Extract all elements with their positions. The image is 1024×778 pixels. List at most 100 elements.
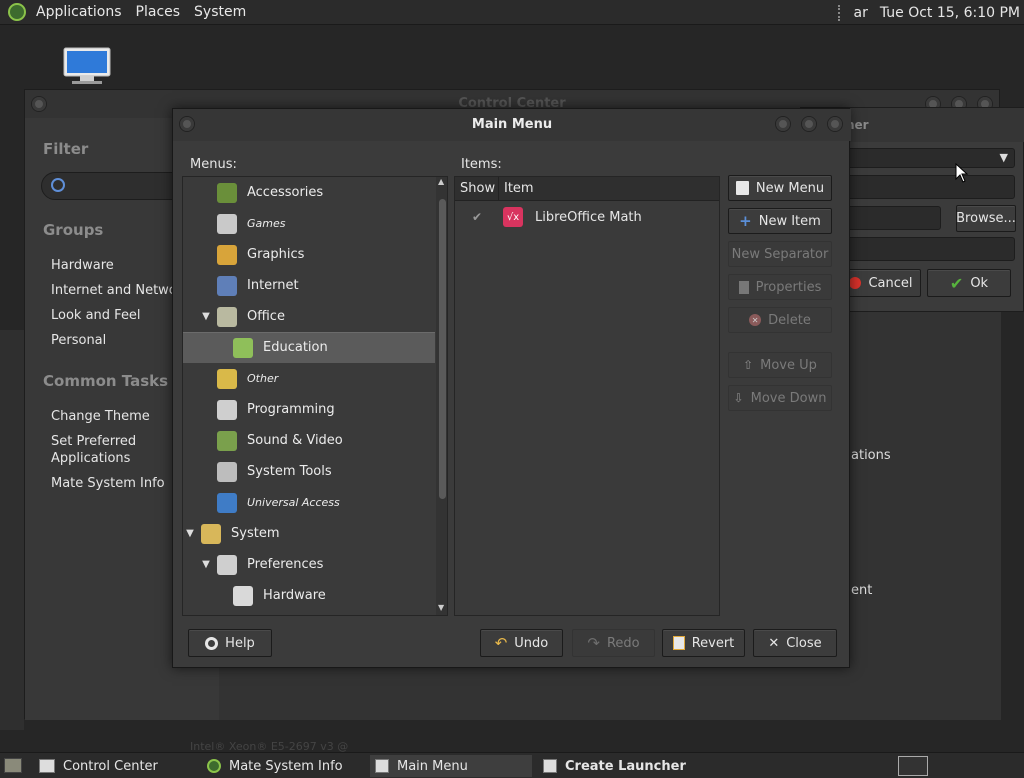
launcher-name-field[interactable] xyxy=(831,175,1015,199)
maximize-button[interactable] xyxy=(801,116,817,132)
undo-button[interactable]: ↶ Undo xyxy=(480,629,563,657)
menus-label: Menus: xyxy=(190,157,237,172)
applications-menu[interactable]: Applications xyxy=(29,0,129,25)
menus-scrollbar[interactable]: ▲ ▼ xyxy=(436,177,447,615)
clock[interactable]: Tue Oct 15, 6:10 PM xyxy=(880,5,1020,21)
task-mate-system-info[interactable]: Mate System Info xyxy=(202,755,364,777)
scrollbar-thumb[interactable] xyxy=(439,199,446,499)
delete-button[interactable]: ✕ Delete xyxy=(728,307,832,333)
tree-row-programming[interactable]: Programming xyxy=(183,394,435,425)
new-item-button[interactable]: + New Item xyxy=(728,208,832,234)
tree-row-accessories[interactable]: Accessories xyxy=(183,177,435,208)
redo-label: Redo xyxy=(606,635,640,651)
task-change-theme[interactable]: Change Theme xyxy=(51,408,150,425)
other-icon xyxy=(217,368,237,389)
mate-info-icon xyxy=(207,759,221,773)
new-separator-button[interactable]: New Separator xyxy=(728,241,832,267)
tree-row-label: Accessories xyxy=(247,185,324,200)
graphics-icon xyxy=(217,244,237,265)
browse-button[interactable]: Browse... xyxy=(956,205,1016,232)
task-create-launcher[interactable]: Create Launcher xyxy=(538,755,700,777)
tree-row-graphics[interactable]: Graphics xyxy=(183,239,435,270)
preferences-icon xyxy=(217,554,237,575)
tree-row-universal-access[interactable]: Universal Access xyxy=(183,487,435,518)
games-icon xyxy=(217,213,237,234)
move-down-button[interactable]: ⇩ Move Down xyxy=(728,385,832,411)
tree-row-label: Other xyxy=(247,372,279,385)
properties-icon xyxy=(738,280,749,294)
new-separator-label: New Separator xyxy=(731,246,829,262)
expander-arrow-icon[interactable]: ▼ xyxy=(199,559,213,570)
new-item-label: New Item xyxy=(758,213,821,229)
top-panel: Applications Places System ar Tue Oct 15… xyxy=(0,0,1024,25)
keyboard-layout-indicator[interactable]: ar xyxy=(854,5,868,21)
tree-row-education[interactable]: Education xyxy=(183,332,435,363)
browse-label: Browse... xyxy=(956,211,1016,226)
task-set-preferred-applications[interactable]: Set Preferred Applications xyxy=(51,433,171,467)
menus-tree[interactable]: Accessories Games Graphics Internet ▼ Office E… xyxy=(182,176,448,616)
task-label: Create Launcher xyxy=(565,758,686,774)
move-up-button[interactable]: ⇧ Move Up xyxy=(728,352,832,378)
tree-row-label: Office xyxy=(247,309,285,324)
properties-button[interactable]: Properties xyxy=(728,274,832,300)
launcher-type-select[interactable]: ▼ xyxy=(831,148,1015,168)
properties-label: Properties xyxy=(755,279,822,295)
move-up-label: Move Up xyxy=(760,357,817,373)
tree-row-label: Preferences xyxy=(247,557,324,572)
filter-heading: Filter xyxy=(43,140,89,158)
window-menu-button[interactable] xyxy=(179,116,195,132)
clipped-item-label[interactable]: ent xyxy=(851,583,872,598)
ok-button[interactable]: ✔ Ok xyxy=(927,269,1011,297)
hardware-icon xyxy=(233,585,253,606)
tree-row-other[interactable]: Other xyxy=(183,363,435,394)
tree-row-preferences[interactable]: ▼ Preferences xyxy=(183,549,435,580)
tree-row-internet[interactable]: Internet xyxy=(183,270,435,301)
window-menu-button[interactable] xyxy=(31,96,47,112)
sound-video-icon xyxy=(217,430,237,451)
scroll-down-icon[interactable]: ▼ xyxy=(438,603,444,612)
tree-row-office[interactable]: ▼ Office xyxy=(183,301,435,332)
tree-row-hardware[interactable]: Hardware xyxy=(183,580,435,611)
column-item[interactable]: Item xyxy=(499,177,719,201)
cancel-button[interactable]: Cancel xyxy=(841,269,921,297)
tree-row-label: System Tools xyxy=(247,464,332,479)
launcher-comment-field[interactable] xyxy=(831,237,1015,261)
item-row[interactable]: ✔ √x LibreOffice Math xyxy=(455,203,719,231)
system-menu[interactable]: System xyxy=(187,0,253,25)
clipped-item-label[interactable]: ations xyxy=(851,448,891,463)
main-menu-titlebar[interactable]: Main Menu xyxy=(173,109,851,141)
items-list[interactable]: Show Item ✔ √x LibreOffice Math xyxy=(454,176,720,616)
expander-arrow-icon[interactable]: ▼ xyxy=(183,528,197,539)
chevron-down-icon: ▼ xyxy=(999,151,1008,164)
tree-row-system-tools[interactable]: System Tools xyxy=(183,456,435,487)
minimize-button[interactable] xyxy=(775,116,791,132)
group-look-and-feel[interactable]: Look and Feel xyxy=(51,307,141,324)
help-button[interactable]: Help xyxy=(188,629,272,657)
places-menu[interactable]: Places xyxy=(129,0,188,25)
redo-button[interactable]: ↷ Redo xyxy=(572,629,655,657)
mate-logo-icon[interactable] xyxy=(8,3,26,21)
column-show[interactable]: Show xyxy=(455,177,499,201)
group-personal[interactable]: Personal xyxy=(51,332,106,349)
show-desktop-icon[interactable] xyxy=(4,758,22,773)
computer-desktop-icon[interactable] xyxy=(62,46,112,86)
workspace-switcher[interactable] xyxy=(898,756,928,776)
tree-row-games[interactable]: Games xyxy=(183,208,435,239)
expander-arrow-icon[interactable]: ▼ xyxy=(199,311,213,322)
delete-label: Delete xyxy=(768,312,811,328)
close-button[interactable] xyxy=(827,116,843,132)
tree-row-sound-video[interactable]: Sound & Video xyxy=(183,425,435,456)
group-hardware[interactable]: Hardware xyxy=(51,257,114,274)
universal-access-icon xyxy=(217,492,237,513)
task-mate-system-info[interactable]: Mate System Info xyxy=(51,475,165,492)
tree-row-system[interactable]: ▼ System xyxy=(183,518,435,549)
new-menu-button[interactable]: New Menu xyxy=(728,175,832,201)
task-control-center[interactable]: Control Center xyxy=(34,755,196,777)
show-checkbox[interactable]: ✔ xyxy=(455,210,499,224)
scroll-up-icon[interactable]: ▲ xyxy=(438,177,444,186)
close-dialog-button[interactable]: ✕ Close xyxy=(753,629,837,657)
revert-button[interactable]: Revert xyxy=(662,629,745,657)
tree-row-label: Games xyxy=(247,217,286,230)
task-main-menu[interactable]: Main Menu xyxy=(370,755,532,777)
mouse-cursor-icon xyxy=(955,162,969,187)
